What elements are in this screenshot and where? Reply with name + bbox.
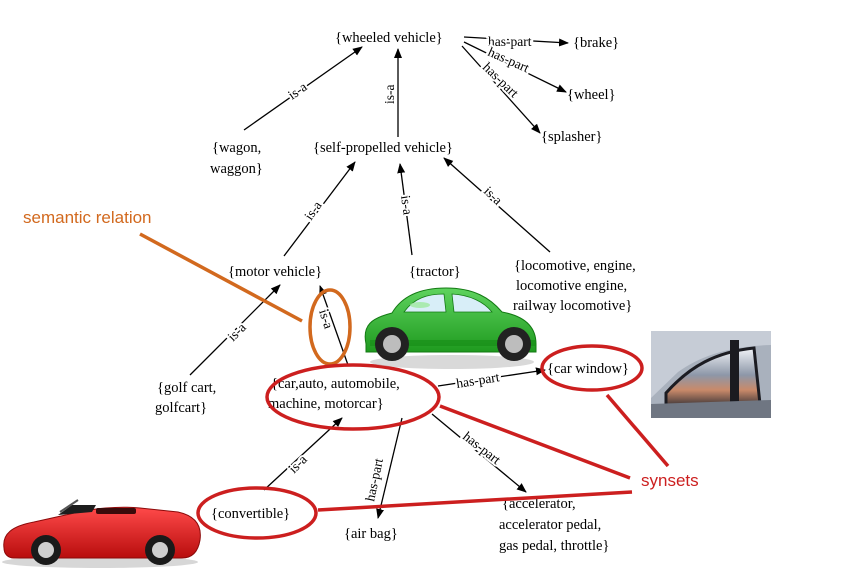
label-isa-convertible: is-a (286, 452, 310, 476)
label-isa-selfprop: is-a (382, 85, 397, 105)
synsets-label: synsets (641, 471, 699, 490)
node-loco-line1: {locomotive, engine, (514, 258, 636, 274)
node-car-line2: machine, motorcar} (268, 396, 384, 412)
semantic-relation-annotation: semantic relation (23, 208, 352, 366)
node-convertible: {convertible} (211, 506, 290, 522)
label-hp-airbag: has-part (362, 457, 386, 503)
label-isa-golf: is-a (225, 320, 249, 344)
label-hp-accel: has-part (460, 429, 504, 468)
node-wheel: {wheel} (567, 87, 616, 103)
node-car-line1: {car,auto, automobile, (271, 376, 400, 392)
label-isa-tractor: is-a (398, 194, 416, 215)
node-air-bag: {air bag} (344, 526, 398, 542)
synset-nodes: {wheeled vehicle} {brake} {wheel} {splas… (155, 30, 636, 554)
node-wheeled-vehicle: {wheeled vehicle} (335, 30, 443, 46)
node-loco-line3: railway locomotive} (513, 298, 632, 314)
green-car-icon (364, 287, 537, 369)
wordnet-diagram: has-part has-part has-part is-a is-a is-… (2, 30, 771, 568)
semantic-relation-label: semantic relation (23, 208, 152, 227)
node-golf-line1: {golf cart, (157, 380, 216, 396)
label-isa-car: is-a (316, 307, 336, 330)
node-wagon-line1: {wagon, (212, 140, 261, 156)
node-splasher: {splasher} (541, 129, 602, 145)
node-tractor: {tractor} (409, 264, 461, 280)
node-accel-line2: accelerator pedal, (499, 517, 601, 533)
red-convertible-icon (2, 499, 201, 568)
label-hp-window: has-part (455, 369, 501, 391)
node-brake: {brake} (573, 35, 619, 51)
label-isa-motor: is-a (301, 198, 324, 223)
label-isa-loco: is-a (481, 183, 505, 207)
node-self-propelled: {self-propelled vehicle} (313, 140, 453, 156)
node-car-window: {car window} (547, 361, 629, 377)
node-golf-line2: golfcart} (155, 400, 207, 416)
node-wagon-line2: waggon} (210, 161, 263, 177)
car-window-photo (651, 331, 771, 418)
node-accel-line3: gas pedal, throttle} (499, 538, 609, 554)
node-loco-line2: locomotive engine, (516, 278, 627, 294)
node-motor-vehicle: {motor vehicle} (228, 264, 322, 280)
